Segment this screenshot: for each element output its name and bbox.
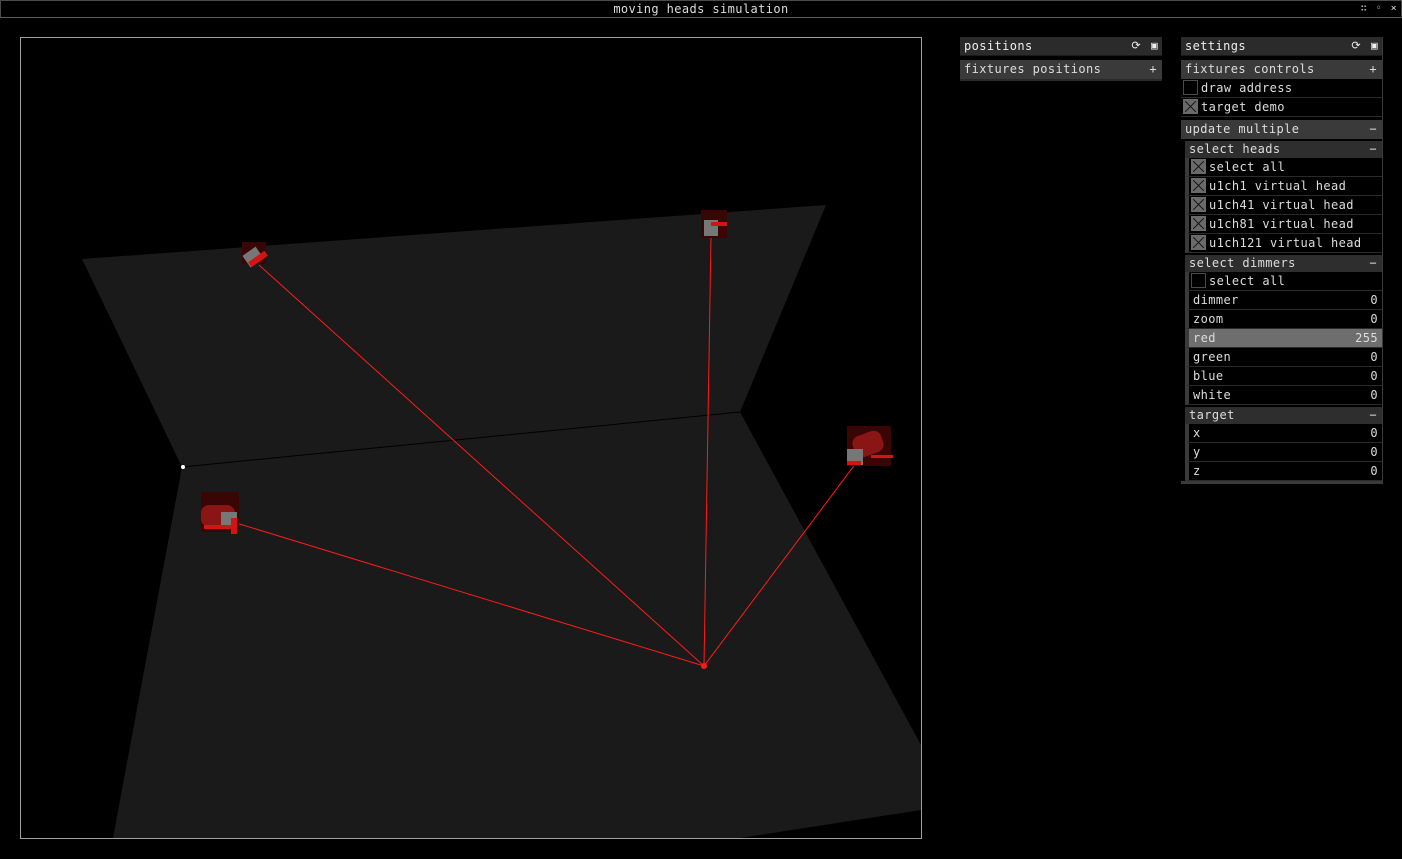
head-toggle-u1ch121[interactable]: u1ch121 virtual head (1185, 234, 1382, 253)
target-label: target (1189, 408, 1235, 422)
field-value: 0 (1370, 426, 1378, 440)
origin-marker (181, 465, 185, 469)
target-point (701, 663, 707, 669)
collapse-icon[interactable]: − (1369, 120, 1377, 139)
blue-slider[interactable]: blue 0 (1185, 367, 1382, 386)
green-slider[interactable]: green 0 (1185, 348, 1382, 367)
title-bar: moving heads simulation ∷ ◦ × (0, 0, 1402, 18)
scene-canvas[interactable] (21, 38, 921, 838)
red-slider[interactable]: red 255 (1185, 329, 1382, 348)
select-all-heads-toggle[interactable]: select all (1185, 158, 1382, 177)
toggle-label: u1ch121 virtual head (1209, 236, 1362, 250)
slider-value: 0 (1370, 388, 1378, 402)
slider-label: green (1193, 350, 1232, 364)
restore-icon[interactable]: ◦ (1376, 1, 1382, 17)
slider-label: dimmer (1193, 293, 1239, 307)
save-icon[interactable]: ▣ (1371, 39, 1378, 52)
checkbox-icon[interactable] (1191, 273, 1206, 288)
moving-head-2 (701, 210, 727, 238)
head-toggle-u1ch81[interactable]: u1ch81 virtual head (1185, 215, 1382, 234)
slider-label: white (1193, 388, 1232, 402)
collapse-icon[interactable]: − (1369, 255, 1377, 272)
field-label: x (1193, 426, 1201, 440)
settings-panel-header: settings ⟳ ▣ (1181, 37, 1382, 56)
slider-value: 0 (1370, 312, 1378, 326)
reload-icon[interactable]: ⟳ (1351, 39, 1361, 52)
target-demo-label: target demo (1201, 100, 1285, 114)
positions-panel: positions ⟳ ▣ fixtures positions + (960, 37, 1162, 81)
slider-label: zoom (1193, 312, 1224, 326)
moving-head-3 (847, 426, 893, 466)
positions-panel-header: positions ⟳ ▣ (960, 37, 1162, 56)
slider-label: blue (1193, 369, 1224, 383)
expand-icon[interactable]: + (1149, 60, 1157, 79)
target-y-field[interactable]: y 0 (1185, 443, 1382, 462)
floor-plane (113, 412, 921, 838)
select-heads-label: select heads (1189, 142, 1281, 156)
fixtures-positions-label: fixtures positions (964, 62, 1102, 76)
fixtures-controls-group[interactable]: fixtures controls + (1181, 60, 1382, 79)
slider-value: 0 (1370, 369, 1378, 383)
select-all-dimmers-toggle[interactable]: select all (1185, 272, 1382, 291)
field-label: z (1193, 464, 1201, 478)
expand-icon[interactable]: + (1369, 60, 1377, 79)
white-slider[interactable]: white 0 (1185, 386, 1382, 405)
update-multiple-label: update multiple (1185, 122, 1300, 136)
target-x-field[interactable]: x 0 (1185, 424, 1382, 443)
select-heads-group[interactable]: select heads − (1185, 141, 1382, 158)
checkbox-checked-icon[interactable] (1183, 99, 1198, 114)
dimmer-slider[interactable]: dimmer 0 (1185, 291, 1382, 310)
reload-icon[interactable]: ⟳ (1131, 39, 1141, 52)
head-toggle-u1ch1[interactable]: u1ch1 virtual head (1185, 177, 1382, 196)
collapse-icon[interactable]: − (1369, 141, 1377, 158)
field-label: y (1193, 445, 1201, 459)
target-demo-toggle[interactable]: target demo (1181, 98, 1382, 117)
save-icon[interactable]: ▣ (1151, 39, 1158, 52)
checkbox-checked-icon[interactable] (1191, 197, 1206, 212)
grid-icon[interactable]: ∷ (1361, 1, 1367, 17)
checkbox-icon[interactable] (1183, 80, 1198, 95)
toggle-label: select all (1209, 160, 1286, 174)
settings-panel: settings ⟳ ▣ fixtures controls + draw ad… (1181, 37, 1383, 484)
window-title: moving heads simulation (613, 2, 789, 16)
update-multiple-group[interactable]: update multiple − (1181, 120, 1382, 139)
checkbox-checked-icon[interactable] (1191, 235, 1206, 250)
checkbox-checked-icon[interactable] (1191, 159, 1206, 174)
field-value: 0 (1370, 464, 1378, 478)
head-toggle-u1ch41[interactable]: u1ch41 virtual head (1185, 196, 1382, 215)
toggle-label: u1ch1 virtual head (1209, 179, 1347, 193)
checkbox-checked-icon[interactable] (1191, 178, 1206, 193)
fixtures-controls-label: fixtures controls (1185, 62, 1315, 76)
select-dimmers-label: select dimmers (1189, 256, 1296, 270)
collapse-icon[interactable]: − (1369, 407, 1377, 424)
checkbox-checked-icon[interactable] (1191, 216, 1206, 231)
target-group[interactable]: target − (1185, 407, 1382, 424)
close-icon[interactable]: × (1391, 1, 1397, 17)
fixtures-positions-group[interactable]: fixtures positions + (960, 60, 1162, 79)
toggle-label: u1ch81 virtual head (1209, 217, 1354, 231)
moving-head-1 (242, 242, 268, 268)
moving-head-4 (201, 492, 239, 534)
target-z-field[interactable]: z 0 (1185, 462, 1382, 481)
draw-address-label: draw address (1201, 81, 1293, 95)
slider-value: 0 (1370, 293, 1378, 307)
select-dimmers-group[interactable]: select dimmers − (1185, 255, 1382, 272)
slider-value: 255 (1355, 331, 1378, 345)
field-value: 0 (1370, 445, 1378, 459)
slider-value: 0 (1370, 350, 1378, 364)
simulation-viewport[interactable] (20, 37, 922, 839)
slider-label: red (1193, 331, 1216, 345)
zoom-slider[interactable]: zoom 0 (1185, 310, 1382, 329)
settings-panel-title: settings (1185, 39, 1246, 53)
draw-address-toggle[interactable]: draw address (1181, 79, 1382, 98)
toggle-label: u1ch41 virtual head (1209, 198, 1354, 212)
positions-panel-title: positions (964, 39, 1033, 53)
toggle-label: select all (1209, 274, 1286, 288)
